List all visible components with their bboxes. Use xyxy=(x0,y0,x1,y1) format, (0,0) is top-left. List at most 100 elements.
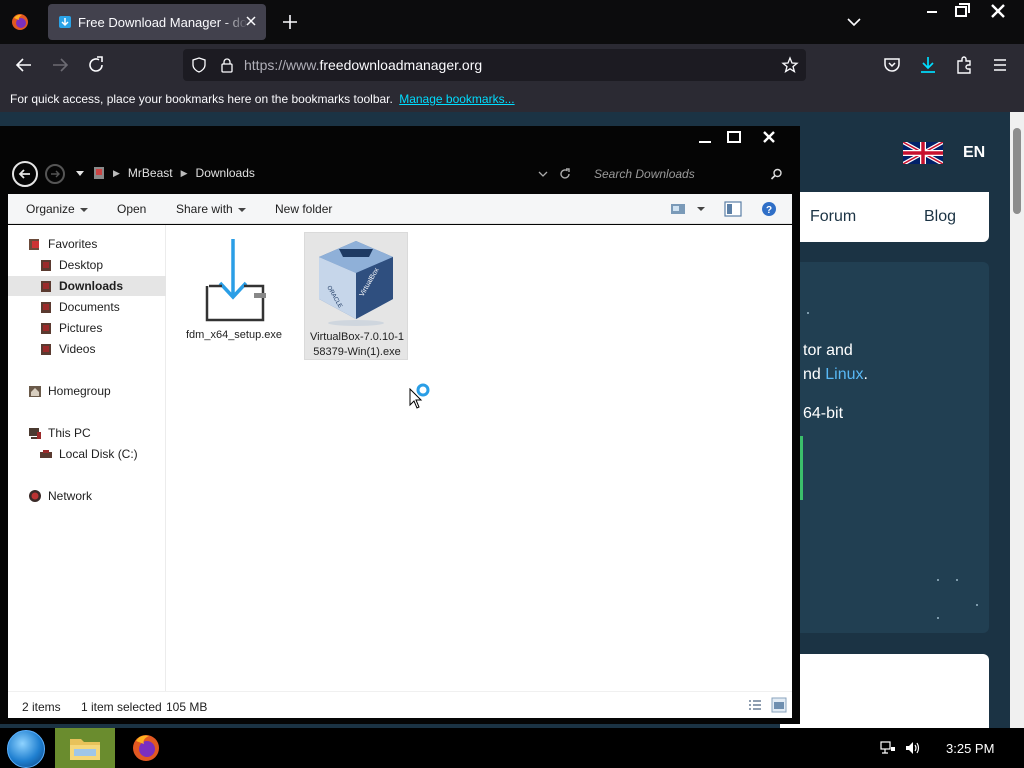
minimize-icon[interactable] xyxy=(920,2,944,20)
start-button[interactable] xyxy=(7,730,45,768)
explorer-minimize-icon[interactable] xyxy=(692,128,718,148)
breadcrumb-mrbeast[interactable]: MrBeast xyxy=(128,166,173,180)
taskbar-firefox[interactable] xyxy=(117,728,177,768)
sidebar-item-favorites[interactable]: Favorites xyxy=(8,234,166,254)
search-input[interactable] xyxy=(586,162,756,186)
tracking-shield-icon[interactable] xyxy=(191,57,207,73)
sidebar-item-pictures[interactable]: Pictures xyxy=(8,318,166,338)
busy-spinner-icon xyxy=(416,383,430,397)
documents-icon xyxy=(41,302,51,313)
sidebar-item-network[interactable]: Network xyxy=(8,486,166,506)
hamburger-menu-icon[interactable] xyxy=(988,53,1012,77)
organize-button[interactable]: Organize xyxy=(26,202,88,216)
search-downloads-box[interactable] xyxy=(586,162,788,186)
hero-line-3: 64-bit xyxy=(803,405,844,422)
url-bar[interactable]: https://www.freedownloadmanager.org xyxy=(183,49,806,81)
tab-bar: Free Download Manager - download faster xyxy=(0,0,1024,44)
forward-arrow-icon xyxy=(51,170,60,178)
explorer-close-icon[interactable] xyxy=(756,128,782,148)
language-switcher[interactable]: EN xyxy=(903,142,985,164)
volume-icon[interactable] xyxy=(904,740,922,756)
chevron-down-icon[interactable] xyxy=(844,12,864,32)
close-tab-icon[interactable] xyxy=(244,14,258,28)
pictures-icon xyxy=(41,323,51,334)
help-icon[interactable]: ? xyxy=(761,201,777,217)
svg-text:?: ? xyxy=(766,205,772,216)
refresh-icon[interactable] xyxy=(558,167,572,181)
tab-free-download-manager[interactable]: Free Download Manager - download faster xyxy=(48,4,266,40)
bookmarks-toolbar: For quick access, place your bookmarks h… xyxy=(0,86,1024,112)
reload-icon[interactable] xyxy=(84,53,108,77)
hero-section: tor and nd Linux. 64-bit xyxy=(780,262,989,633)
new-folder-button[interactable]: New folder xyxy=(275,202,332,216)
sidebar-item-desktop[interactable]: Desktop xyxy=(8,255,166,275)
firefox-menu-icon[interactable] xyxy=(10,12,30,32)
nav-forum-link[interactable]: Forum xyxy=(810,208,856,226)
network-icon xyxy=(29,490,41,502)
taskbar-clock[interactable]: 3:25 PM xyxy=(946,741,994,756)
back-icon[interactable] xyxy=(12,53,36,77)
bookmarks-message: For quick access, place your bookmarks h… xyxy=(10,92,393,106)
open-button[interactable]: Open xyxy=(117,202,146,216)
explorer-toolbar: Organize Open Share with New folder ? xyxy=(8,194,792,224)
sidebar-item-this-pc[interactable]: This PC xyxy=(8,423,166,443)
downloads-icon[interactable] xyxy=(916,53,940,77)
firefox-icon xyxy=(133,735,159,761)
url-text[interactable]: https://www.freedownloadmanager.org xyxy=(244,57,482,73)
url-domain: freedownloadmanager.org xyxy=(319,57,483,73)
sidebar-item-documents[interactable]: Documents xyxy=(8,297,166,317)
explorer-back-button[interactable] xyxy=(12,161,38,187)
hero-line-2: nd Linux. xyxy=(803,366,868,384)
sidebar-label: This PC xyxy=(48,426,91,440)
large-icons-view-icon[interactable] xyxy=(771,697,787,713)
sidebar-item-videos[interactable]: Videos xyxy=(8,339,166,359)
hero-line-2-prefix: nd xyxy=(803,366,826,383)
change-view-icon[interactable] xyxy=(670,202,686,216)
file-item-fdm-setup[interactable]: fdm_x64_setup.exe xyxy=(182,231,286,361)
scrollbar-thumb[interactable] xyxy=(1013,128,1021,214)
view-options-arrow-icon[interactable] xyxy=(697,207,705,211)
linux-link[interactable]: Linux xyxy=(825,366,863,383)
network-status-icon[interactable] xyxy=(879,740,897,756)
sidebar-item-homegroup[interactable]: Homegroup xyxy=(8,381,166,401)
explorer-maximize-icon[interactable] xyxy=(721,128,747,148)
breadcrumb-separator: ▶ xyxy=(113,167,120,178)
decor-dot xyxy=(807,312,809,314)
share-with-button[interactable]: Share with xyxy=(176,202,246,216)
manage-bookmarks-link[interactable]: Manage bookmarks... xyxy=(399,92,514,106)
preview-pane-icon[interactable] xyxy=(724,201,742,217)
breadcrumb: ▶ MrBeast ▶ Downloads xyxy=(93,166,255,180)
forward-icon[interactable] xyxy=(48,53,72,77)
address-dropdown-icon[interactable] xyxy=(538,170,548,178)
nav-blog-link[interactable]: Blog xyxy=(924,208,956,226)
user-folder-icon xyxy=(94,167,104,179)
close-window-icon[interactable] xyxy=(986,2,1010,20)
search-icon[interactable] xyxy=(770,168,783,181)
file-item-virtualbox[interactable]: VirtualBox ORACLE VirtualBox-7.0.10-1583… xyxy=(304,232,408,360)
breadcrumb-downloads[interactable]: Downloads xyxy=(196,166,255,180)
videos-icon xyxy=(41,344,51,355)
new-tab-icon[interactable] xyxy=(280,12,300,32)
restore-icon[interactable] xyxy=(950,2,974,20)
explorer-forward-button[interactable] xyxy=(45,164,65,184)
sidebar-label: Homegroup xyxy=(48,384,111,398)
download-button-edge[interactable] xyxy=(800,436,803,500)
page-scrollbar[interactable] xyxy=(1010,112,1024,728)
file-list: fdm_x64_setup.exe VirtualBox ORACLE Virt… xyxy=(166,225,792,691)
sidebar-item-local-disk[interactable]: Local Disk (C:) xyxy=(8,444,166,464)
decor-dot xyxy=(937,617,939,619)
lock-icon[interactable] xyxy=(219,57,235,73)
sidebar-label: Videos xyxy=(59,342,96,356)
taskbar-file-explorer[interactable] xyxy=(55,728,115,768)
site-nav: Forum Blog xyxy=(780,192,989,242)
sidebar-item-downloads[interactable]: Downloads xyxy=(8,276,166,296)
file-name: VirtualBox-7.0.10-158379-Win(1).exe xyxy=(310,331,404,358)
recent-locations-icon[interactable] xyxy=(75,170,85,178)
extensions-icon[interactable] xyxy=(952,53,976,77)
details-view-icon[interactable] xyxy=(748,698,762,712)
uk-flag-icon xyxy=(903,142,943,164)
language-code: EN xyxy=(963,144,986,161)
taskbar: 3:25 PM xyxy=(0,728,1024,768)
bookmark-star-icon[interactable] xyxy=(781,56,799,74)
pocket-icon[interactable] xyxy=(880,53,904,77)
